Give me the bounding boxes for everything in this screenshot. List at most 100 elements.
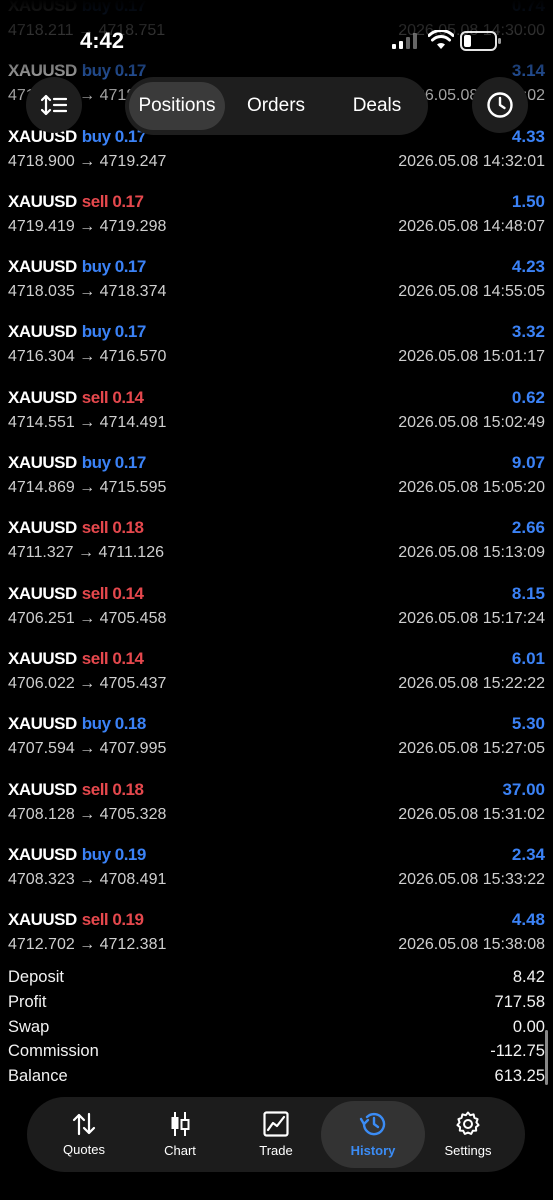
trade-profit: 2.66 — [511, 518, 545, 538]
trade-symbol-line: XAUUSD sell 0.14 — [8, 387, 144, 408]
trade-time: 2026.05.08 14:32:01 — [398, 152, 545, 170]
trade-prices: 4714.869 → 4715.595 — [8, 479, 167, 497]
trade-row[interactable]: XAUUSD buy 0.18 4707.594 → 4707.995 5.30 202… — [0, 708, 553, 773]
period-button[interactable] — [472, 77, 528, 133]
tab-deals[interactable]: Deals — [329, 82, 425, 130]
trade-symbol-line: XAUUSD sell 0.14 — [8, 583, 144, 604]
trade-prices: 4711.327 → 4711.126 — [8, 544, 164, 562]
wifi-icon — [428, 30, 454, 49]
tab-positions[interactable]: Positions — [129, 82, 225, 130]
trade-symbol: XAUUSD — [8, 844, 77, 864]
tab-label-chart: Chart — [164, 1143, 196, 1158]
trade-prices: 4714.551 → 4714.491 — [8, 413, 167, 431]
tab-chart[interactable]: Chart — [129, 1101, 231, 1168]
sort-button[interactable] — [26, 77, 82, 133]
trade-row[interactable]: XAUUSD sell 0.18 4708.128 → 4705.328 37.00 2… — [0, 774, 553, 839]
trade-profit: 0.62 — [511, 387, 545, 407]
trade-time: 2026.05.08 15:05:20 — [398, 479, 545, 497]
trade-time: 2026.05.08 15:33:22 — [398, 870, 545, 888]
tab-settings[interactable]: Settings — [417, 1101, 519, 1168]
summary-label: Swap — [8, 1017, 50, 1036]
gear-icon — [456, 1111, 480, 1135]
trade-row[interactable]: XAUUSD sell 0.14 4706.022 → 4705.437 6.01 20… — [0, 643, 553, 708]
trade-profit: 4.48 — [511, 910, 545, 930]
summary-value: 717.58 — [494, 992, 545, 1011]
trade-time: 2026.05.08 15:22:22 — [398, 674, 545, 692]
scrollbar[interactable] — [545, 1030, 548, 1085]
trade-side: sell 0.14 — [81, 648, 144, 668]
trade-symbol-line: XAUUSD sell 0.17 — [8, 191, 144, 212]
trade-row[interactable]: XAUUSD sell 0.19 4712.702 → 4712.381 4.48 20… — [0, 904, 553, 969]
summary-row-profit: Profit 717.58 — [8, 993, 545, 1018]
tab-label-history: History — [350, 1143, 396, 1158]
summary-row-balance: Balance 613.25 — [8, 1067, 545, 1092]
trade-symbol: XAUUSD — [8, 387, 77, 407]
trade-side: buy 0.17 — [81, 322, 147, 342]
trade-side: sell 0.18 — [81, 779, 144, 799]
summary-row-swap: Swap 0.00 — [8, 1018, 545, 1043]
trade-row[interactable]: XAUUSD sell 0.18 4711.327 → 4711.126 2.66 20… — [0, 512, 553, 577]
trade-symbol-line: XAUUSDbuy 0.17 — [8, 127, 146, 147]
trade-row[interactable]: XAUUSD sell 0.14 4714.551 → 4714.491 0.62 20… — [0, 382, 553, 447]
trade-time: 2026.05.08 15:13:09 — [398, 544, 545, 562]
summary-label: Balance — [8, 1067, 68, 1086]
summary-value: 8.42 — [512, 968, 545, 986]
summary-row-commission: Commission -112.75 — [8, 1042, 545, 1067]
trade-row[interactable]: XAUUSD buy 0.17 4714.869 → 4715.595 9.07 202… — [0, 447, 553, 512]
trade-time: 2026.05.08 15:02:49 — [398, 413, 545, 431]
tab-quotes[interactable]: Quotes — [33, 1101, 135, 1168]
battery-icon — [460, 31, 501, 51]
status-time: 4:42 — [80, 28, 125, 53]
trade-symbol: XAUUSD — [8, 322, 77, 342]
trade-symbol: XAUUSD — [8, 257, 77, 277]
tab-history[interactable]: History — [321, 1101, 425, 1168]
clock-icon — [487, 92, 513, 118]
trade-time: 2026.05.08 15:17:24 — [398, 609, 545, 627]
cellular-signal-icon — [392, 33, 420, 49]
trade-symbol: XAUUSD — [8, 779, 77, 799]
trade-time: 2026.05.08 15:01:17 — [398, 348, 545, 366]
trade-symbol: XAUUSD — [8, 191, 77, 211]
trade-row[interactable]: XAUUSD sell 0.14 4706.251 → 4705.458 8.15 20… — [0, 578, 553, 643]
trade-prices: 4718.900 → 4719.247 — [8, 152, 167, 170]
summary-label: Commission — [8, 1042, 99, 1061]
trade-row[interactable]: XAUUSD buy 0.19 4708.323 → 4708.491 2.34 202… — [0, 839, 553, 904]
bottom-tab-bar: Quotes Chart Trade History Settings — [27, 1097, 525, 1172]
trade-symbol: XAUUSD — [8, 910, 77, 930]
summary-value: 613.25 — [494, 1067, 545, 1086]
trade-side: sell 0.18 — [81, 518, 144, 538]
trade-side: sell 0.14 — [81, 387, 144, 407]
trade-symbol-line: XAUUSD sell 0.18 — [8, 518, 144, 538]
trade-profit: 6.01 — [511, 648, 545, 668]
summary-row-deposit: Deposit 8.42 — [8, 968, 545, 993]
trade-prices: 4718.035 → 4718.374 — [8, 283, 167, 301]
tab-label-quotes: Quotes — [63, 1142, 105, 1157]
trade-symbol: XAUUSD — [8, 518, 77, 538]
trade-profit: 37.00 — [502, 779, 545, 799]
trade-profit: 2.34 — [511, 844, 545, 864]
history-clock-icon — [359, 1112, 386, 1136]
summary-value: -112.75 — [490, 1042, 545, 1061]
trade-symbol-line: XAUUSD sell 0.18 — [8, 779, 144, 800]
sort-icon — [41, 94, 67, 116]
trade-row[interactable]: XAUUSD sell 0.17 4719.419 → 4719.298 1.50 20… — [0, 186, 553, 251]
trade-chart-icon — [263, 1111, 289, 1137]
trade-symbol: XAUUSD — [8, 453, 77, 473]
trade-symbol: XAUUSD — [8, 583, 77, 603]
tab-trade[interactable]: Trade — [225, 1101, 327, 1168]
trade-symbol: XAUUSD — [8, 714, 77, 734]
tab-orders[interactable]: Orders — [225, 82, 327, 130]
trade-profit: 9.07 — [511, 453, 545, 473]
tab-label-settings: Settings — [444, 1143, 492, 1158]
trade-row[interactable]: XAUUSD buy 0.17 4718.035 → 4718.374 4.23 202… — [0, 251, 553, 316]
trade-symbol-line: XAUUSD sell 0.19 — [8, 910, 144, 930]
trade-prices: 4706.251 → 4705.458 — [8, 609, 167, 627]
trade-side: buy 0.17 — [81, 257, 147, 277]
trade-time: 2026.05.08 15:31:02 — [398, 805, 545, 823]
trade-prices: 4707.594 → 4707.995 — [8, 740, 167, 758]
trade-time: 2026.05.08 14:48:07 — [398, 217, 545, 235]
trade-time: 2026.05.08 14:55:05 — [398, 283, 545, 301]
trade-profit: 8.15 — [511, 583, 545, 603]
trade-row[interactable]: XAUUSD buy 0.17 4716.304 → 4716.570 3.32 202… — [0, 316, 553, 381]
trade-prices: 4708.323 → 4708.491 — [8, 870, 167, 888]
